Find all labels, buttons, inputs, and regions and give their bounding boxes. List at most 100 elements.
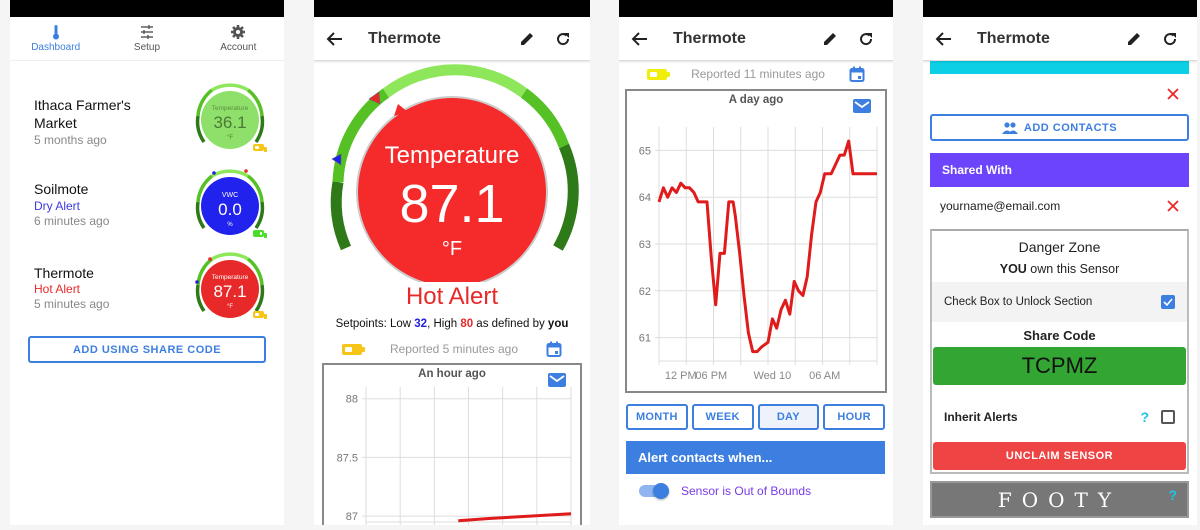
gauge-unit: °F [227,135,233,141]
range-month-button[interactable]: MONTH [626,404,688,430]
setpoint-high: 80 [460,318,474,330]
setpoint-owner: you [547,318,569,330]
share-code-value: TCPMZ [933,347,1186,385]
back-arrow-icon[interactable] [326,30,344,48]
app-bar: Thermote [923,17,1197,61]
gauge-unit: % [227,222,233,228]
unlock-row: Check Box to Unlock Section [932,282,1187,322]
hour-chart: An hour ago 88 87.5 87 [322,363,582,525]
sensor-name: Soilmote [34,181,89,197]
setpoints-text: Setpoints: Low 32, High 80 as defined by… [335,318,569,330]
status-bar [619,0,893,17]
out-of-bounds-toggle[interactable] [639,483,669,499]
sensor-last-reported: 6 minutes ago [34,214,110,228]
battery-icon [253,311,267,319]
page-title: Thermote [673,29,746,47]
refresh-icon[interactable] [554,30,572,48]
hour-chart-plot: 88 87.5 87 [337,387,572,525]
battery-icon [253,144,267,152]
sensor-last-reported: 5 minutes ago [34,297,110,311]
battery-icon [647,68,670,80]
gauge-value: 87.1 [213,282,246,301]
tab-setup[interactable]: Setup [101,17,192,60]
owner-text: YOU own this Sensor [999,262,1120,276]
calendar-icon[interactable] [546,341,562,357]
app-bar: Thermote [619,17,893,61]
refresh-icon[interactable] [1161,30,1179,48]
refresh-icon[interactable] [857,30,875,48]
pencil-edit-icon[interactable] [1125,30,1143,48]
x-tick-label: Wed 10 [754,370,792,382]
calendar-icon[interactable] [849,66,865,82]
sensor-alert-status: Hot Alert [34,282,81,296]
range-week-button[interactable]: WEEK [691,404,754,430]
add-contacts-button[interactable]: ADD CONTACTS [930,114,1189,141]
footy-label: FOOTY [997,487,1122,512]
out-of-bounds-toggle-row: Sensor is Out of Bounds [639,483,811,499]
setpoint-low: 32 [414,318,428,330]
status-bar [314,0,590,17]
gauge-label: Temperature [212,105,249,112]
gear-icon [231,25,246,39]
temperature-gauge: Temperature 87.1 °F [330,64,579,282]
range-hour-button[interactable]: HOUR [823,404,885,430]
y-tick-label: 61 [639,333,651,345]
add-contacts-label: ADD CONTACTS [1023,121,1118,134]
gauge-value: 87.1 [399,174,504,234]
unclaim-sensor-button[interactable]: UNCLAIM SENSOR [933,442,1186,470]
unlock-label: Check Box to Unlock Section [944,296,1093,308]
y-tick-label: 87 [346,511,358,523]
tab-dashboard[interactable]: Dashboard [10,17,101,60]
y-tick-label: 63 [639,239,651,251]
thermometer-icon [52,25,59,40]
day-chart: A day ago 65 64 63 62 61 12 PM 06 PM Wed 10 06 A… [625,89,887,393]
y-tick-label: 62 [639,286,651,298]
tab-dashboard-label: Dashboard [31,42,81,53]
bottom-tab-bar: Dashboard Setup Account [10,17,284,61]
reported-row: Reported 5 minutes ago [314,339,590,359]
sliders-icon [140,25,153,39]
status-bar [10,0,284,17]
inherit-alerts-label: Inherit Alerts [944,410,1018,424]
sensor-list-item[interactable]: Ithaca Farmer's Market 5 months ago Temp… [10,78,284,158]
x-tick-label: 06 AM [809,370,840,382]
unlock-checkbox[interactable] [1161,295,1175,309]
pencil-edit-icon[interactable] [518,30,536,48]
x-tick-label: 06 PM [695,370,727,382]
sensor-list-item[interactable]: Thermote Hot Alert 5 minutes ago Tempera… [10,247,284,327]
inherit-help-icon[interactable]: ? [1140,409,1149,425]
app-bar: Thermote [314,17,590,61]
back-arrow-icon[interactable] [631,30,649,48]
shared-with-header: Shared With [930,153,1189,187]
footy-help-icon[interactable]: ? [1168,487,1177,503]
danger-zone: Danger Zone YOU own this Sensor Check Bo… [930,229,1189,474]
alert-contacts-header: Alert contacts when... [626,441,885,474]
tab-account[interactable]: Account [193,17,284,60]
sensor-name: Thermote [34,265,94,281]
back-arrow-icon[interactable] [935,30,953,48]
y-tick-label: 64 [639,192,651,204]
sensor-name-line2: Market [34,115,77,131]
share-code-label: Share Code [1023,328,1096,343]
page-title: Thermote [977,29,1050,47]
range-day-button[interactable]: DAY [757,404,820,430]
gauge-label: Temperature [212,274,249,281]
remove-contact-icon[interactable] [1166,87,1180,101]
sensor-name: Ithaca Farmer's [34,97,131,113]
reported-time: Reported 5 minutes ago [389,342,519,356]
contacts-icon [1001,121,1018,134]
tab-account-label: Account [220,42,257,53]
series-line [458,512,572,523]
y-tick-label: 87.5 [337,452,358,464]
inherit-alerts-checkbox[interactable] [1161,410,1175,424]
day-chart-plot: 65 64 63 62 61 12 PM06 PM Wed 10 06 AM [639,127,878,382]
add-using-share-code-button[interactable]: ADD USING SHARE CODE [28,336,266,363]
pencil-edit-icon[interactable] [821,30,839,48]
reported-row: Reported 11 minutes ago [619,64,893,84]
footy-banner: FOOTY ? [930,481,1189,518]
sensor-list-item[interactable]: Soilmote Dry Alert 6 minutes ago VWC 0.0… [10,164,284,244]
page-title: Thermote [368,29,441,47]
y-tick-label: 65 [639,145,651,157]
shared-email: yourname@email.com [940,199,1061,213]
remove-share-icon[interactable] [1166,199,1180,213]
